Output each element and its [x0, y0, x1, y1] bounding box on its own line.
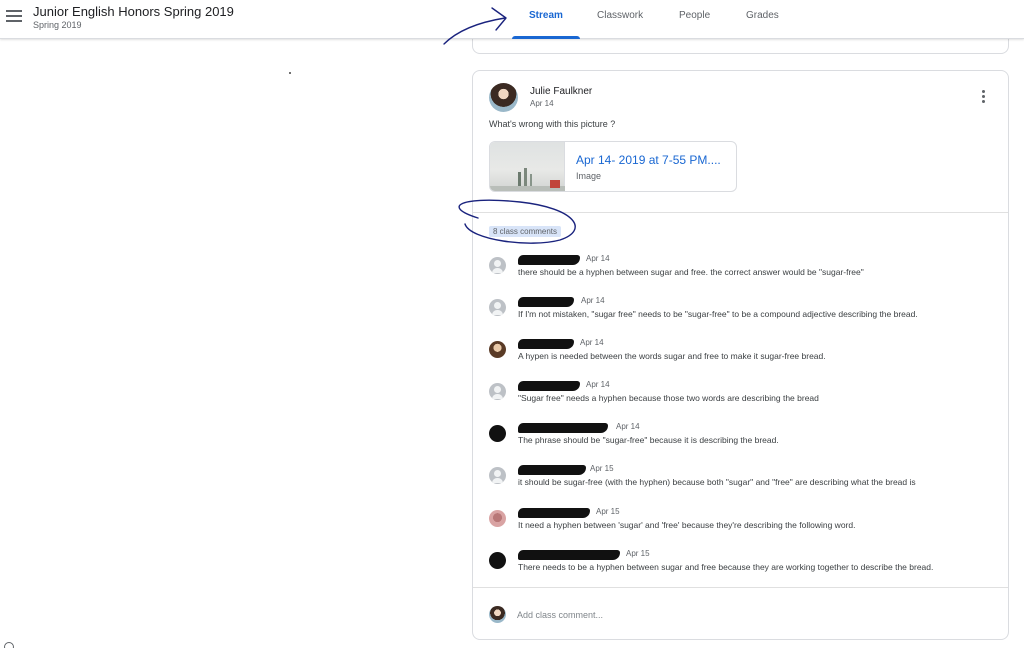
class-title[interactable]: Junior English Honors Spring 2019 — [33, 4, 234, 19]
commenter-avatar — [489, 257, 506, 274]
author-name: Julie Faulkner — [530, 86, 593, 97]
commenter-name-redacted — [518, 464, 586, 475]
commenter-name-redacted — [518, 507, 590, 518]
attachment-type: Image — [576, 171, 602, 181]
hamburger-menu-icon[interactable] — [6, 10, 22, 24]
comment-text: There needs to be a hyphen between sugar… — [518, 562, 934, 572]
comment-item: Apr 14 If I'm not mistaken, "sugar free"… — [473, 296, 1008, 332]
class-comments-link[interactable]: 8 class comments — [489, 226, 562, 237]
post-date: Apr 14 — [530, 99, 554, 108]
commenter-avatar — [489, 552, 506, 569]
commenter-avatar — [489, 341, 506, 358]
current-user-avatar — [489, 606, 506, 623]
comment-date: Apr 14 — [586, 380, 610, 389]
help-icon[interactable] — [4, 642, 14, 648]
attachment-title: Apr 14- 2019 at 7-55 PM.... — [576, 153, 721, 167]
author-avatar[interactable] — [489, 83, 518, 112]
divider — [473, 587, 1008, 588]
commenter-avatar — [489, 425, 506, 442]
comment-item: Apr 14 A hypen is needed between the wor… — [473, 338, 1008, 374]
previous-post-card — [472, 38, 1009, 54]
comment-date: Apr 14 — [586, 254, 610, 263]
comment-text: A hypen is needed between the words suga… — [518, 351, 826, 361]
comment-text: It need a hyphen between 'sugar' and 'fr… — [518, 520, 856, 530]
class-subtitle: Spring 2019 — [33, 20, 82, 30]
comment-date: Apr 14 — [616, 422, 640, 431]
commenter-name-redacted — [518, 380, 580, 391]
tab-people[interactable]: People — [679, 10, 710, 21]
add-class-comment-input[interactable] — [517, 607, 987, 623]
commenter-name-redacted — [518, 422, 608, 433]
comment-text: If I'm not mistaken, "sugar free" needs … — [518, 309, 918, 319]
comment-date: Apr 15 — [596, 507, 620, 516]
comment-item: Apr 15 There needs to be a hyphen betwee… — [473, 549, 1008, 585]
commenter-name-redacted — [518, 549, 620, 560]
comment-text: there should be a hyphen between sugar a… — [518, 267, 864, 277]
stream-post-card: Julie Faulkner Apr 14 What's wrong with … — [472, 70, 1009, 640]
comment-date: Apr 14 — [581, 296, 605, 305]
commenter-name-redacted — [518, 338, 574, 349]
commenter-avatar — [489, 383, 506, 400]
comment-text: The phrase should be "sugar-free" becaus… — [518, 435, 779, 445]
comment-item: Apr 14 there should be a hyphen between … — [473, 254, 1008, 290]
commenter-name-redacted — [518, 254, 580, 265]
comment-date: Apr 14 — [580, 338, 604, 347]
comment-text: "Sugar free" needs a hyphen because thos… — [518, 393, 819, 403]
image-attachment[interactable]: Apr 14- 2019 at 7-55 PM.... Image — [489, 141, 737, 192]
app-header: Junior English Honors Spring 2019 Spring… — [0, 0, 1024, 39]
comment-item: Apr 15 It need a hyphen between 'sugar' … — [473, 507, 1008, 543]
comment-item: Apr 14 "Sugar free" needs a hyphen becau… — [473, 380, 1008, 416]
commenter-name-redacted — [518, 296, 574, 307]
divider — [473, 212, 1008, 213]
tab-grades[interactable]: Grades — [746, 10, 779, 21]
attachment-thumbnail — [490, 142, 565, 191]
commenter-avatar — [489, 299, 506, 316]
more-vertical-icon[interactable] — [978, 90, 988, 106]
post-text: What's wrong with this picture ? — [489, 119, 616, 129]
commenter-avatar — [489, 510, 506, 527]
comment-date: Apr 15 — [626, 549, 650, 558]
tab-classwork[interactable]: Classwork — [597, 10, 643, 21]
comment-date: Apr 15 — [590, 464, 614, 473]
comment-item: Apr 14 The phrase should be "sugar-free"… — [473, 422, 1008, 458]
tab-stream[interactable]: Stream — [529, 10, 563, 21]
comment-text: it should be sugar-free (with the hyphen… — [518, 477, 916, 487]
stray-dot — [289, 72, 291, 74]
comment-item: Apr 15 it should be sugar-free (with the… — [473, 464, 1008, 500]
active-tab-indicator — [512, 36, 580, 39]
commenter-avatar — [489, 467, 506, 484]
